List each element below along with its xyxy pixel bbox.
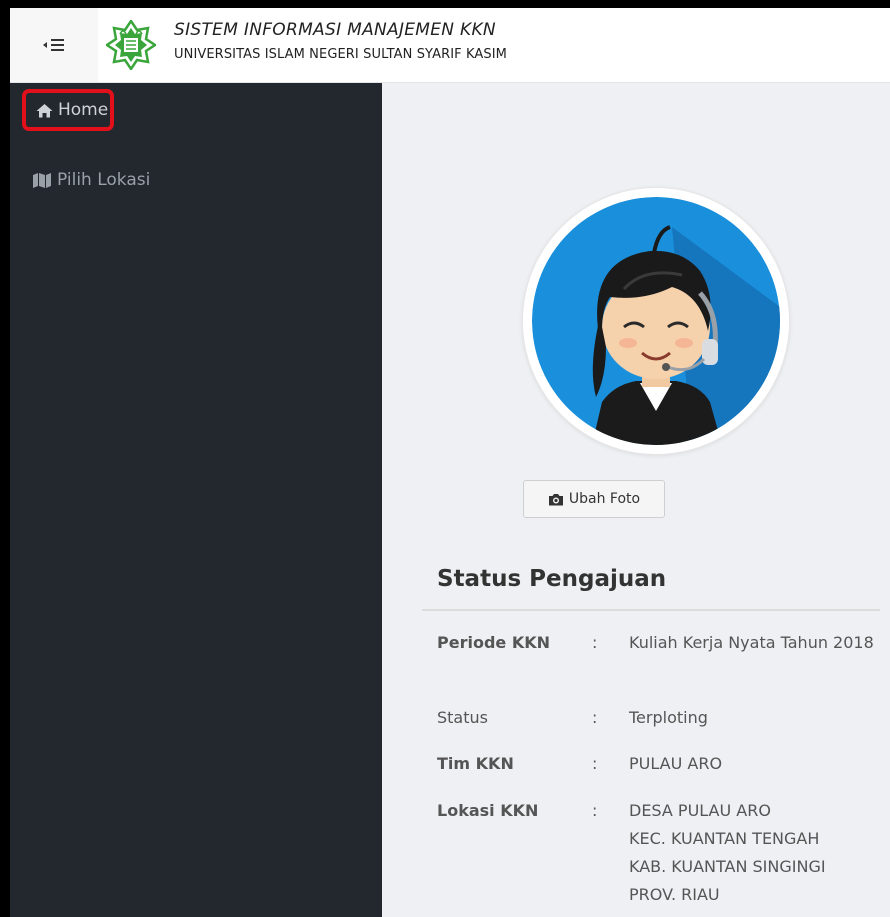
status-row-lokasi: Lokasi KKN : DESA PULAU ARO KEC. KUANTAN… bbox=[437, 797, 877, 913]
row-value: DESA PULAU ARO KEC. KUANTAN TENGAH KAB. … bbox=[629, 797, 877, 909]
section-divider bbox=[422, 609, 880, 611]
change-photo-label: Ubah Foto bbox=[568, 491, 641, 507]
top-header: SISTEM INFORMASI MANAJEMEN KKN UNIVERSIT… bbox=[10, 8, 890, 83]
sidebar-item-home[interactable]: Home bbox=[22, 89, 114, 131]
main-content: Ubah Foto Status Pengajuan Periode KKN :… bbox=[382, 83, 890, 917]
user-avatar-operator bbox=[532, 197, 780, 445]
home-icon bbox=[36, 103, 53, 117]
app-frame: SISTEM INFORMASI MANAJEMEN KKN UNIVERSIT… bbox=[10, 8, 890, 917]
sidebar-item-label: Pilih Lokasi bbox=[57, 170, 151, 190]
sidebar-item-label: Home bbox=[58, 100, 109, 120]
sidebar-toggle-button[interactable] bbox=[10, 8, 98, 82]
row-value: Terploting bbox=[629, 708, 708, 727]
status-section-title: Status Pengajuan bbox=[437, 566, 667, 592]
status-row-tim: Tim KKN : PULAU ARO bbox=[437, 750, 877, 780]
row-colon: : bbox=[592, 801, 598, 820]
camera-icon bbox=[548, 493, 563, 505]
row-label: Status bbox=[437, 708, 488, 727]
uin-suska-logo bbox=[106, 20, 156, 70]
status-row-periode: Periode KKN : Kuliah Kerja Nyata Tahun 2… bbox=[437, 629, 877, 689]
address-line: PROV. RIAU bbox=[629, 885, 720, 904]
sidebar-item-pilih-lokasi[interactable]: Pilih Lokasi bbox=[32, 159, 150, 201]
address-line: KAB. KUANTAN SINGINGI bbox=[629, 857, 826, 876]
app-title: SISTEM INFORMASI MANAJEMEN KKN bbox=[174, 20, 496, 40]
row-value: Kuliah Kerja Nyata Tahun 2018 bbox=[629, 633, 874, 652]
change-photo-button[interactable]: Ubah Foto bbox=[523, 480, 665, 518]
row-colon: : bbox=[592, 633, 598, 652]
row-label: Tim KKN bbox=[437, 754, 514, 773]
avatar bbox=[522, 187, 790, 455]
map-icon bbox=[33, 172, 51, 188]
row-label: Lokasi KKN bbox=[437, 801, 539, 820]
sidebar-toggle-icon bbox=[43, 39, 64, 51]
address-line: KEC. KUANTAN TENGAH bbox=[629, 829, 820, 848]
row-colon: : bbox=[592, 708, 598, 727]
row-label: Periode KKN bbox=[437, 633, 551, 652]
row-colon: : bbox=[592, 754, 598, 773]
row-value: PULAU ARO bbox=[629, 754, 723, 773]
sidebar: Home Pilih Lokasi bbox=[10, 83, 382, 917]
app-subtitle: UNIVERSITAS ISLAM NEGERI SULTAN SYARIF K… bbox=[174, 47, 507, 62]
address-line: DESA PULAU ARO bbox=[629, 801, 771, 820]
status-row-status: Status : Terploting bbox=[437, 704, 877, 734]
